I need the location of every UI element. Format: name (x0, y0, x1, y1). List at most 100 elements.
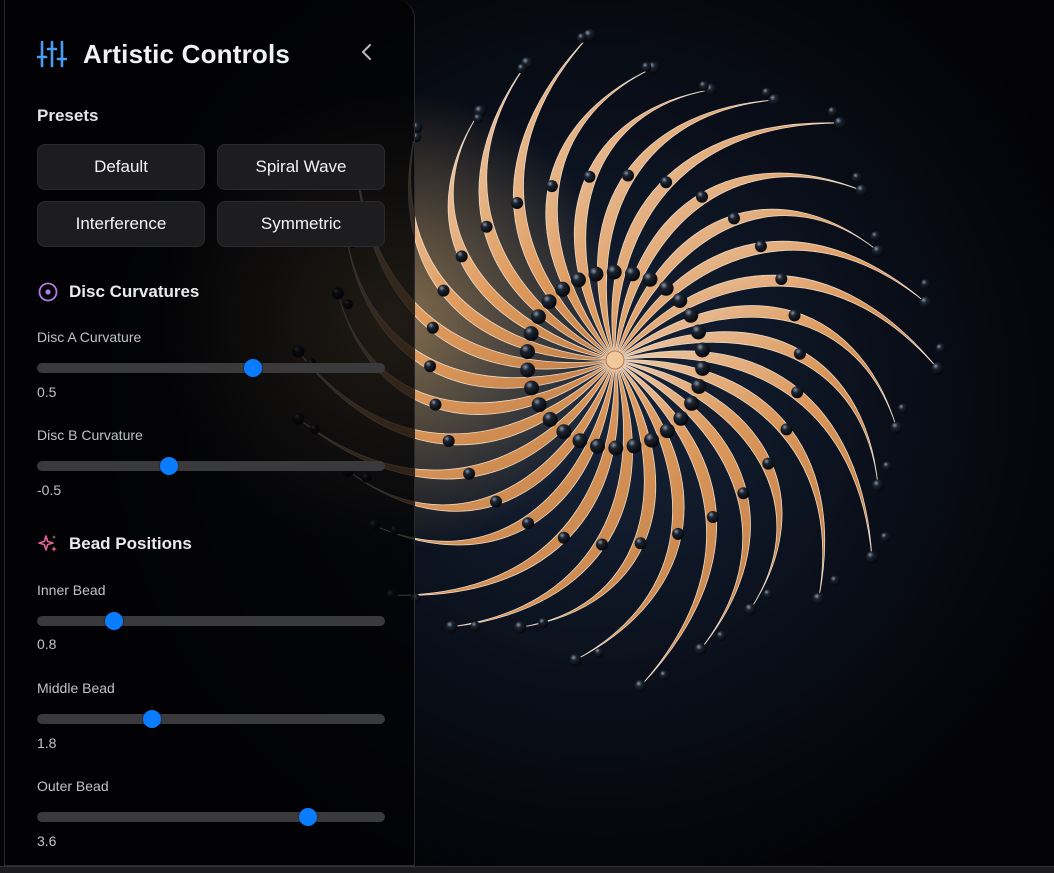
tip-bead (694, 643, 707, 656)
tip-bead (445, 620, 458, 633)
tip-bead (872, 245, 884, 258)
tip-bead (470, 621, 481, 632)
preset-symmetric-button[interactable]: Symmetric (217, 201, 385, 247)
middle-bead-slider-thumb[interactable] (142, 710, 161, 728)
inner-ring-bead (530, 309, 546, 325)
tip-bead (855, 184, 868, 197)
middle-bead (737, 487, 750, 500)
middle-bead (583, 170, 596, 183)
disc-a-label: Disc A Curvature (37, 329, 142, 345)
preset-default-button[interactable]: Default (37, 144, 205, 190)
inner-ring-bead (684, 395, 700, 411)
inner-ring-bead (690, 324, 706, 340)
disc-a-slider[interactable] (37, 359, 385, 377)
tip-bead (593, 647, 604, 658)
inner-ring-bead (606, 264, 622, 280)
tip-bead (514, 621, 527, 634)
inner-ring-bead (570, 272, 586, 288)
preset-spiral-wave-button[interactable]: Spiral Wave (217, 144, 385, 190)
panel-header: Artistic Controls (37, 36, 290, 72)
middle-bead (775, 273, 788, 285)
inner-ring-bead (672, 293, 688, 308)
middle-bead-label: Middle Bead (37, 680, 115, 696)
tip-bead (890, 421, 903, 434)
middle-bead-value: 1.8 (37, 735, 57, 751)
disc-curvatures-section: Disc Curvatures (37, 279, 199, 305)
sparkles-icon (38, 535, 57, 552)
middle-bead (511, 197, 524, 209)
middle-bead (424, 360, 437, 373)
inner-ring-bead (694, 342, 710, 358)
middle-bead (545, 180, 558, 193)
controls-panel: Artistic Controls Presets Default Spiral… (4, 0, 415, 866)
inner-bead-slider[interactable] (37, 612, 385, 630)
inner-ring-bead (691, 378, 707, 394)
middle-bead (622, 169, 634, 182)
tip-bead (634, 680, 647, 692)
middle-bead (596, 538, 608, 551)
presets-label: Presets (37, 106, 99, 125)
inner-ring-bead (572, 433, 588, 449)
inner-ring-bead (523, 326, 539, 342)
outer-bead-value: 3.6 (37, 833, 57, 849)
tip-bead (834, 117, 846, 129)
inner-bead-value: 0.8 (37, 636, 57, 652)
middle-bead (442, 435, 455, 447)
inner-ring-bead (588, 266, 604, 282)
tip-bead (473, 113, 484, 124)
tip-bead (538, 617, 549, 628)
inner-ring-bead (683, 307, 699, 323)
disc-a-value: 0.5 (37, 384, 57, 400)
middle-bead (490, 495, 502, 508)
middle-bead (634, 537, 647, 550)
inner-bead-label: Inner Bead (37, 582, 106, 598)
middle-bead (480, 220, 493, 233)
middle-bead-slider[interactable] (37, 710, 385, 728)
tip-bead (882, 461, 893, 472)
middle-bead (780, 423, 793, 436)
tip-bead (865, 551, 878, 564)
inner-ring-bead (520, 362, 536, 378)
middle-bead (429, 398, 442, 411)
tip-bead (852, 172, 862, 183)
middle-bead (788, 309, 801, 322)
middle-bead (426, 321, 439, 334)
outer-bead-slider-thumb[interactable] (299, 808, 318, 826)
chevron-left-icon[interactable] (357, 40, 377, 64)
inner-ring-bead (626, 438, 642, 454)
inner-ring-bead (556, 424, 572, 440)
middle-bead (672, 527, 685, 540)
tip-bead (744, 603, 757, 616)
tip-bead (569, 654, 582, 666)
inner-bead-slider-thumb[interactable] (104, 612, 123, 630)
inner-ring-bead (608, 440, 624, 456)
inner-ring-bead (542, 412, 558, 427)
tip-bead (517, 63, 527, 74)
disc-b-slider[interactable] (37, 457, 385, 475)
disc-b-slider-thumb[interactable] (160, 457, 179, 475)
tip-bead (920, 279, 931, 290)
disc-b-label: Disc B Curvature (37, 427, 143, 443)
disc-b-value: -0.5 (37, 482, 62, 498)
tip-bead (761, 87, 772, 98)
inner-ring-bead (673, 410, 689, 426)
disc-curvatures-title: Disc Curvatures (69, 282, 200, 301)
tip-bead (577, 32, 587, 43)
bead-positions-section: Bead Positions (37, 531, 192, 557)
tip-bead (827, 106, 838, 117)
tip-bead (812, 592, 825, 605)
tip-bead (763, 589, 774, 600)
tip-bead (931, 362, 944, 375)
bead-positions-title: Bead Positions (69, 534, 192, 553)
preset-interference-button[interactable]: Interference (37, 201, 205, 247)
target-icon (38, 282, 58, 302)
panel-title: Artistic Controls (83, 38, 291, 69)
middle-bead (455, 250, 468, 263)
tip-bead (698, 80, 709, 91)
tip-bead (872, 479, 884, 492)
disc-a-slider-thumb[interactable] (243, 359, 262, 377)
middle-bead (557, 531, 570, 544)
inner-ring-bead (695, 360, 711, 376)
outer-bead-slider[interactable] (37, 808, 385, 826)
inner-ring-bead (590, 438, 605, 454)
